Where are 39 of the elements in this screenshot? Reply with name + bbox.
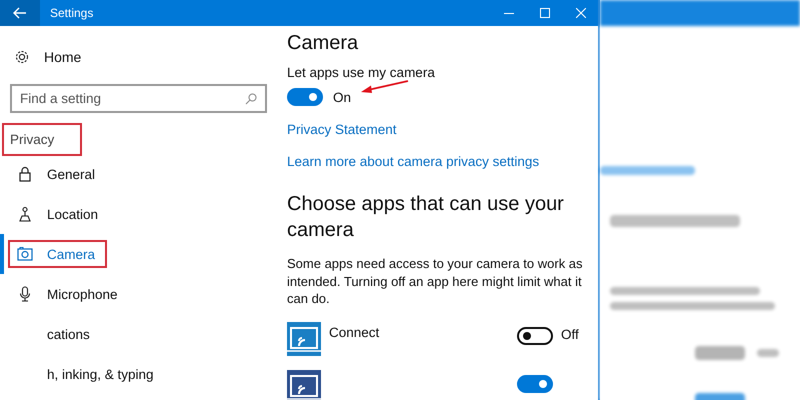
back-button[interactable] — [0, 0, 40, 26]
sidebar-item[interactable]: Location — [0, 194, 270, 234]
item-label: Microphone — [47, 286, 118, 302]
toggle-status: Off — [561, 326, 579, 342]
page-title: Camera — [287, 32, 360, 55]
toggle-switch[interactable] — [287, 88, 323, 106]
close-icon — [576, 8, 586, 18]
microphone-icon — [17, 286, 33, 302]
toggle-switch[interactable] — [517, 374, 553, 392]
search-field[interactable]: Find a setting — [10, 84, 267, 113]
pin-icon — [17, 206, 33, 222]
sidebar-item[interactable]: Microphone — [0, 274, 270, 314]
app-name: Connect — [329, 324, 380, 340]
item-label: Camera — [47, 246, 96, 262]
section-heading: Choose apps that can use your camera — [287, 192, 565, 243]
camera-icon — [17, 246, 33, 262]
sidebar-item[interactable]: General — [0, 154, 270, 194]
maximize-icon — [540, 8, 550, 18]
toggle-switch[interactable] — [517, 326, 553, 344]
home-label: Home — [44, 49, 82, 65]
item-label: General — [47, 166, 96, 182]
search-icon — [245, 93, 257, 105]
item-label: h, inking, & typing — [47, 366, 154, 382]
description-text: Some apps need access to your camera to work as intended. Turning off an app here might limit what it can do. — [287, 255, 584, 308]
item-label: Location — [47, 206, 98, 222]
item-label: cations — [47, 326, 90, 342]
gear-icon — [14, 49, 30, 65]
sidebar-item[interactable]: h, inking, & typing — [0, 354, 270, 394]
toggle-label: Let apps use my camera — [287, 65, 436, 80]
back-arrow-icon — [13, 7, 27, 19]
link[interactable]: Privacy Statement — [287, 122, 397, 137]
window-title: Settings — [50, 6, 94, 20]
lock-icon — [17, 166, 33, 182]
section-heading: Privacy — [2, 122, 82, 156]
home-item[interactable]: Home — [0, 46, 270, 68]
sidebar-item[interactable]: cations — [0, 314, 270, 354]
sidebar-item[interactable]: Camera — [0, 234, 270, 274]
toggle-status: On — [333, 90, 352, 104]
link[interactable]: Learn more about camera privacy settings — [287, 154, 540, 169]
